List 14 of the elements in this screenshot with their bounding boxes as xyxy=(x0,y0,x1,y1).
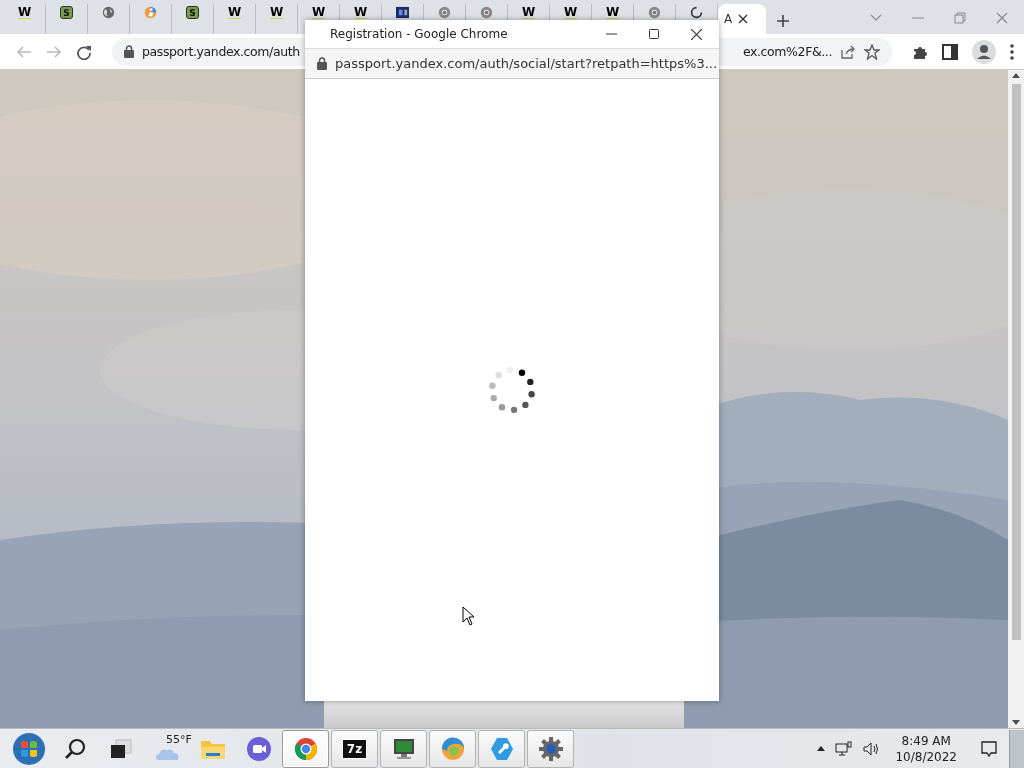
url-text: passport.yandex.com/auth/social/start?retpath=https%3... xyxy=(335,56,718,71)
site-logo: S xyxy=(60,6,73,19)
site-logo: W xyxy=(563,6,578,19)
site-logo: W xyxy=(227,6,242,19)
weather-temperature: 55°F xyxy=(166,732,192,746)
site-logo: W xyxy=(311,6,326,19)
url-text: passport.yandex.com/auth xyxy=(142,44,300,59)
site-logo: W xyxy=(353,6,368,19)
url-text: ex.com%2F&... xyxy=(742,44,832,59)
site-logo: S xyxy=(186,6,199,19)
site-logo: W xyxy=(521,6,536,19)
site-logo: W xyxy=(605,6,620,19)
site-logo: W xyxy=(17,6,32,19)
site-logo: W xyxy=(269,6,284,19)
